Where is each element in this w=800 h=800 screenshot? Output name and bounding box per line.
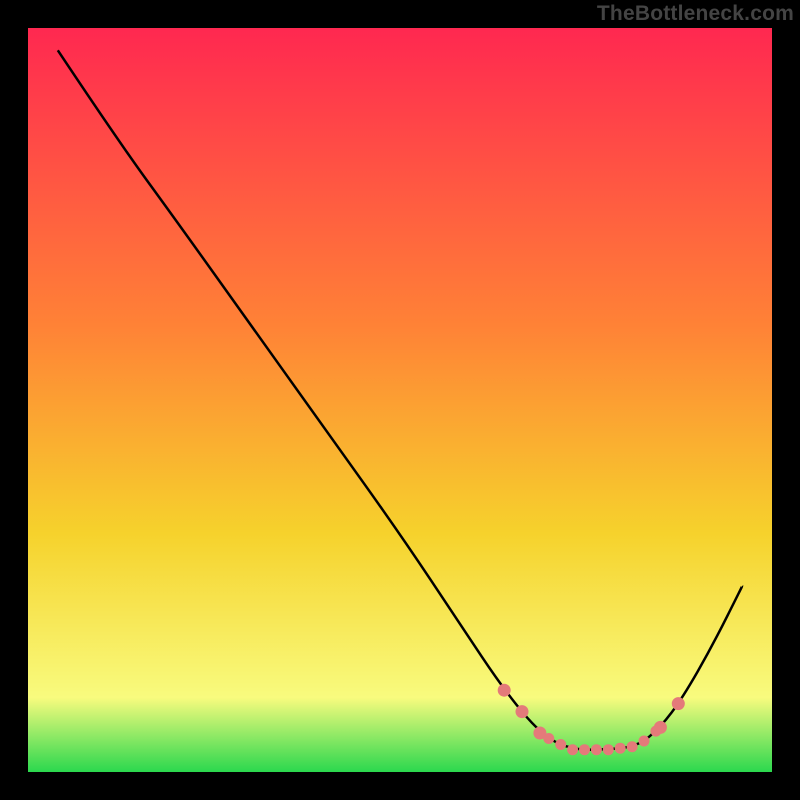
- optimal-dot: [567, 744, 578, 755]
- optimal-dot: [615, 743, 626, 754]
- optimal-dot: [498, 684, 511, 697]
- optimal-dot: [591, 744, 602, 755]
- optimal-dot: [603, 744, 614, 755]
- watermark-text: TheBottleneck.com: [597, 2, 794, 26]
- bottleneck-chart: [0, 0, 800, 800]
- optimal-dot: [543, 733, 554, 744]
- plot-background-gradient: [28, 28, 772, 772]
- optimal-dot: [672, 697, 685, 710]
- optimal-dot: [516, 705, 529, 718]
- optimal-dot: [654, 721, 667, 734]
- optimal-dot: [627, 741, 638, 752]
- optimal-dot: [555, 739, 566, 750]
- chart-frame: TheBottleneck.com: [0, 0, 800, 800]
- optimal-dot: [579, 744, 590, 755]
- optimal-dot: [639, 736, 650, 747]
